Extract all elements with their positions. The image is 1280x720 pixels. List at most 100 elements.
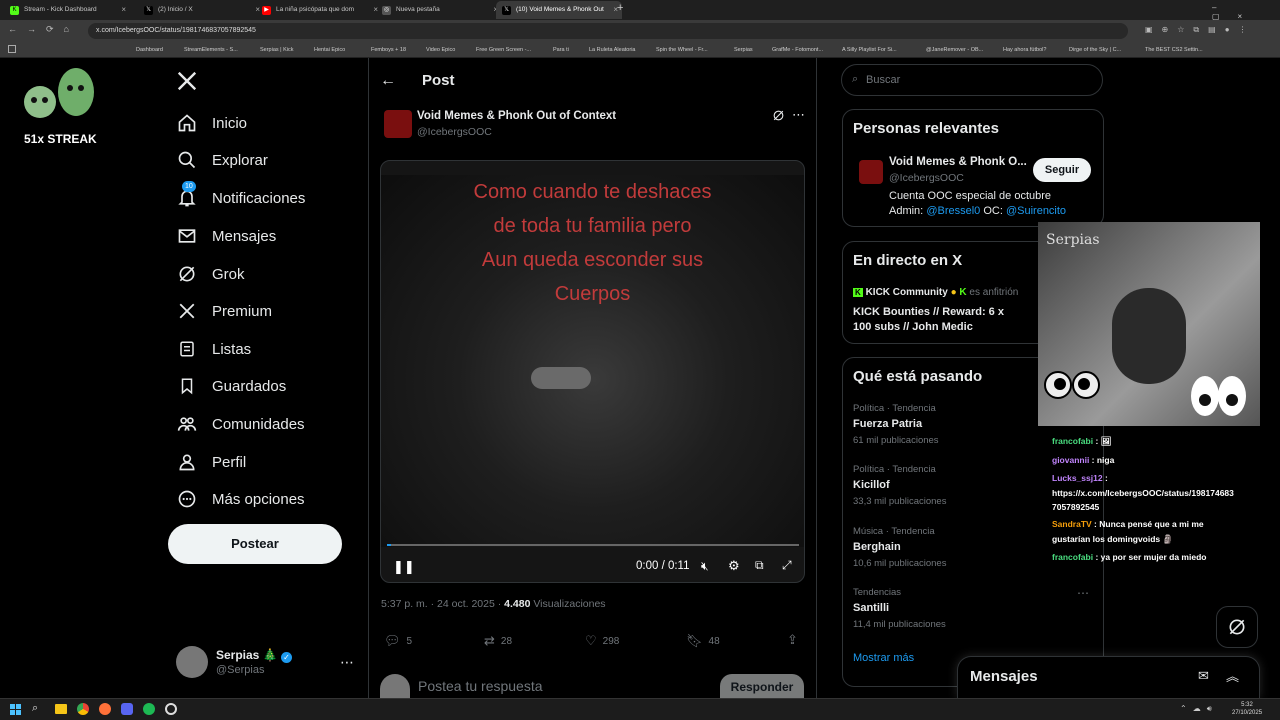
close-tab-icon[interactable]: ×	[121, 1, 126, 19]
reply-action[interactable]: 💬︎ 5	[384, 633, 412, 649]
grok-floating-button[interactable]	[1216, 606, 1258, 648]
reply-button[interactable]: Responder	[720, 674, 804, 698]
like-action[interactable]: ♡ 298	[585, 633, 619, 649]
nav-item-explore[interactable]: Explorar	[176, 145, 268, 175]
new-message-icon[interactable]: ✉	[1198, 668, 1209, 684]
nav-item-messages[interactable]: Mensajes	[176, 221, 276, 251]
nav-item-home[interactable]: Inicio	[176, 108, 247, 138]
browser-tab[interactable]: K Stream - Kick Dashboard ×	[4, 1, 130, 19]
system-tray-icons[interactable]: ⌃☁🔊︎	[1180, 704, 1218, 714]
new-tab-icon[interactable]: +	[617, 2, 623, 14]
browser-tab-active[interactable]: 𝕏 (10) Void Memes & Phonk Out ×	[496, 1, 622, 19]
video-face	[531, 367, 591, 389]
bookmark[interactable]: Serpias	[734, 42, 753, 58]
bookmark[interactable]: Dashboard	[136, 42, 163, 58]
nav-item-grok[interactable]: Grok	[176, 259, 245, 289]
pause-icon[interactable]: ❚❚	[393, 559, 415, 575]
windows-start-icon[interactable]	[10, 704, 21, 715]
account-more-icon[interactable]: ⋯	[340, 654, 354, 671]
bookmark[interactable]: La Ruleta Aleatoria	[589, 42, 635, 58]
people-icon	[176, 413, 198, 435]
bookmark-action[interactable]: 🔖︎ 48	[686, 633, 720, 649]
follow-button[interactable]: Seguir	[1033, 158, 1091, 182]
bookmark[interactable]: A Silly Playlist For Si...	[842, 42, 897, 58]
person-handle[interactable]: @IcebergsOOC	[889, 172, 964, 184]
firefox-icon[interactable]	[99, 703, 111, 715]
chrome-icon[interactable]	[77, 703, 89, 715]
share-icon[interactable]: ⇪	[787, 632, 798, 648]
bookmark[interactable]: @JaneRemover - OB...	[926, 42, 983, 58]
avatar[interactable]	[859, 160, 883, 184]
streak-mascot-image	[18, 62, 100, 124]
bookmark[interactable]: Para ti	[553, 42, 569, 58]
post-button[interactable]: Postear	[168, 524, 342, 564]
post-more-icon[interactable]: ⋯	[792, 107, 805, 123]
taskbar-clock[interactable]: 5:32 27/10/2025	[1232, 701, 1262, 717]
live-title-line[interactable]: KICK Bounties // Reward: 6 x	[853, 306, 1004, 318]
live-title-line[interactable]: 100 subs // John Medic	[853, 321, 973, 333]
fullscreen-icon[interactable]: ⤢	[782, 558, 792, 573]
reply-input[interactable]: Postea tu respuesta	[418, 678, 543, 694]
bookmark[interactable]: Hay ahora fútbol?	[1003, 42, 1046, 58]
browser-tab[interactable]: ▶ La niña psicópata que dom ×	[256, 1, 382, 19]
window-controls[interactable]: –▢×	[1212, 3, 1280, 21]
bookmark[interactable]: Video Epico	[426, 42, 455, 58]
show-more-link[interactable]: Mostrar más	[853, 652, 914, 664]
video-player[interactable]: Como cuando te deshaces de toda tu famil…	[380, 160, 805, 583]
discord-icon[interactable]	[121, 703, 133, 715]
bookmark[interactable]: Serpias | Kick	[260, 42, 294, 58]
trend-item[interactable]: Política · Tendencia Fuerza Patria 61 mi…	[853, 403, 939, 446]
messages-drawer[interactable]: Mensajes ✉ ︽	[957, 656, 1260, 698]
author-name[interactable]: Void Memes & Phonk Out of Context	[417, 110, 616, 122]
author-avatar[interactable]	[384, 110, 412, 138]
avatar[interactable]	[176, 646, 208, 678]
bookmark[interactable]: Free Green Screen -...	[476, 42, 531, 58]
bookmark[interactable]: GrafMe - Fotomont...	[772, 42, 823, 58]
x-logo-icon[interactable]	[176, 70, 198, 92]
nav-item-communities[interactable]: Comunidades	[176, 409, 305, 439]
bookmarks-bar: Dashboard StreamElements - S... Serpias …	[0, 42, 1280, 58]
mute-icon[interactable]: 🔇︎	[701, 559, 709, 574]
bookmark[interactable]: Dirge of the Sky | C...	[1069, 42, 1121, 58]
bookmark[interactable]: Hentai Epico	[314, 42, 345, 58]
repost-action[interactable]: ⇄ 28	[484, 633, 512, 649]
back-arrow-icon[interactable]: ←	[380, 72, 396, 90]
webcam-label: Serpias	[1046, 232, 1100, 248]
nav-item-profile[interactable]: Perfil	[176, 447, 246, 477]
browser-tab[interactable]: 𝕏 (2) Inicio / X ×	[138, 1, 264, 19]
nav-item-bookmarks[interactable]: Guardados	[176, 371, 286, 401]
nav-item-lists[interactable]: Listas	[176, 334, 251, 364]
video-progress-track[interactable]	[387, 544, 799, 546]
person-name[interactable]: Void Memes & Phonk O...	[889, 156, 1027, 168]
bookmark[interactable]: Spin the Wheel - Fr...	[656, 42, 708, 58]
search-input[interactable]: ⌕ Buscar	[841, 64, 1103, 96]
trend-item[interactable]: Política · Tendencia Kicillof 33,3 mil p…	[853, 464, 946, 507]
bookmark[interactable]: StreamElements - S...	[184, 42, 238, 58]
author-handle[interactable]: @IcebergsOOC	[417, 126, 492, 138]
bookmark[interactable]: The BEST CS2 Settin...	[1145, 42, 1203, 58]
trend-more-icon[interactable]: ⋯	[1077, 586, 1089, 600]
streak-label: 51x STREAK	[24, 132, 97, 146]
nav-item-notifications[interactable]: 10 Notificaciones	[176, 181, 305, 213]
settings-gear-icon[interactable]: ⚙	[728, 558, 740, 574]
search-icon[interactable]: ⌕	[32, 702, 38, 715]
obs-icon[interactable]	[165, 703, 177, 715]
file-explorer-icon[interactable]	[55, 704, 67, 714]
verified-gold-icon: ●	[950, 287, 957, 298]
toolbar-icons[interactable]: ▣⊕☆⧉▤●⋮	[1145, 25, 1256, 35]
live-host[interactable]: K KICK Community ● K es anfitrión	[853, 287, 1018, 298]
spotify-icon[interactable]	[143, 703, 155, 715]
grok-icon[interactable]	[772, 109, 785, 122]
nav-item-premium[interactable]: Premium	[176, 296, 272, 326]
trend-item[interactable]: Tendencias Santilli 11,4 mil publicacion…	[853, 587, 946, 630]
bookmark-icon	[176, 375, 198, 397]
picture-in-picture-icon[interactable]: ⧉	[755, 558, 764, 573]
browser-tab[interactable]: ◎Nueva pestaña×	[376, 1, 502, 19]
apps-icon[interactable]	[8, 45, 16, 53]
bookmark[interactable]: Femboys + 18	[371, 42, 406, 58]
trend-item[interactable]: Música · Tendencia Berghain 10,6 mil pub…	[853, 526, 946, 569]
nav-item-more[interactable]: Más opciones	[176, 484, 305, 514]
nav-arrows-icon[interactable]: ←→⟳⌂	[8, 24, 79, 35]
url-field[interactable]: x.com/IcebergsOOC/status/198174683705789…	[88, 23, 1128, 39]
expand-icon[interactable]: ︽	[1226, 666, 1239, 685]
